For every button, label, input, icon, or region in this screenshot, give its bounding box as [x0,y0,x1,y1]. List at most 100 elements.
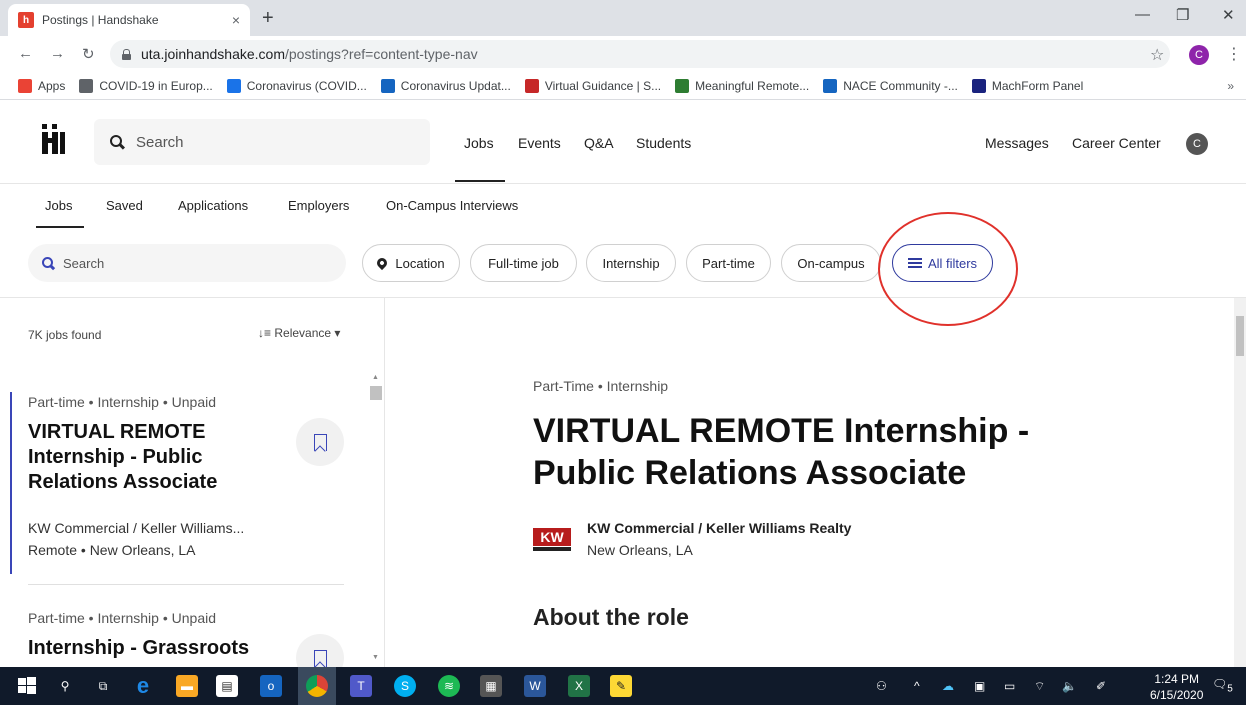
job-search-input[interactable]: Search [28,244,346,282]
task-view-icon[interactable]: ⧉ [92,675,114,697]
job-list-scrollbar[interactable]: ▲ ▼ [370,372,382,667]
file-explorer-icon[interactable]: ▬ [176,675,198,697]
edge-icon[interactable]: e [132,673,154,698]
nav-jobs[interactable]: Jobs [464,135,494,151]
onedrive-icon[interactable]: ☁ [942,679,954,693]
messages-link[interactable]: Messages [985,135,1049,151]
part-time-filter-chip[interactable]: Part-time [686,244,771,282]
save-job-button[interactable] [296,418,344,466]
job-card-company[interactable]: KW Commercial / Keller Williams... [28,520,244,536]
taskbar-clock[interactable]: 1:24 PM 6/15/2020 [1150,671,1203,703]
restore-icon[interactable]: ❐ [1176,6,1189,24]
windows-start-icon[interactable] [16,675,38,697]
windows-taskbar: ⚲ ⧉ e ▬ ▤ o T S ≋ ▦ W X ✎ ⚇ ^ ☁ ▣ ▭ ⌔ 🔈 … [0,667,1246,705]
back-icon[interactable]: ← [18,45,33,62]
user-avatar[interactable]: C [1186,133,1208,155]
sticky-notes-icon[interactable]: ✎ [610,675,632,697]
global-search-input[interactable]: Search [94,119,430,165]
jobs-subnav: Jobs Saved Applications Employers On-Cam… [0,184,1246,230]
save-job-button[interactable] [296,634,344,667]
internship-filter-chip[interactable]: Internship [586,244,676,282]
detail-company-name[interactable]: KW Commercial / Keller Williams Realty [587,520,851,536]
nav-active-indicator [455,180,505,182]
subnav-active-indicator [36,226,84,228]
chrome-icon [306,675,328,697]
chrome-taskbar-slot[interactable] [298,667,336,705]
bookmark-icon [313,433,327,451]
subnav-jobs[interactable]: Jobs [45,198,72,213]
results-count: 7K jobs found [28,328,102,342]
people-icon[interactable]: ⚇ [876,679,887,693]
subnav-employers[interactable]: Employers [288,198,349,213]
full-time-filter-chip[interactable]: Full-time job [470,244,577,282]
omnibox[interactable]: uta.joinhandshake.com/postings?ref=conte… [110,40,1170,68]
bookmark-star-icon[interactable]: ☆ [1150,45,1164,65]
nav-qa[interactable]: Q&A [584,135,614,151]
excel-icon[interactable]: X [568,675,590,697]
scroll-down-icon[interactable]: ▼ [372,654,379,661]
address-bar-row: ← → ↻ uta.joinhandshake.com/postings?ref… [0,36,1246,72]
search-icon [42,256,55,270]
store-icon[interactable]: ▤ [216,675,238,697]
subnav-on-campus-interviews[interactable]: On-Campus Interviews [386,198,518,213]
search-icon[interactable]: ⚲ [54,675,76,697]
all-filters-button[interactable]: All filters [892,244,993,282]
chip-label: Part-time [702,255,755,271]
new-tab-button[interactable]: + [262,8,274,28]
outlook-icon[interactable]: o [260,675,282,697]
scrollbar-thumb[interactable] [370,386,382,400]
skype-icon[interactable]: S [394,675,416,697]
calculator-icon[interactable]: ▦ [480,675,502,697]
browser-menu-icon[interactable]: ⋮ [1226,44,1242,64]
kw-logo-text: KW [540,529,564,545]
page-scrollbar-thumb[interactable] [1236,316,1244,356]
bookmark-item[interactable]: Coronavirus (COVID... [226,78,367,93]
job-card[interactable]: Part-time • Internship • Unpaid Internsh… [10,602,350,667]
browser-tab[interactable]: h Postings | Handshake × [8,4,250,36]
forward-icon[interactable]: → [50,45,65,62]
page-scrollbar[interactable] [1234,298,1246,667]
word-icon[interactable]: W [524,675,546,697]
job-card[interactable]: Part-time • Internship • Unpaid VIRTUAL … [10,386,350,586]
scroll-up-icon[interactable]: ▲ [372,374,379,381]
tray-app-icon[interactable]: ▣ [974,679,985,693]
subnav-saved[interactable]: Saved [106,198,143,213]
bookmark-label: MachForm Panel [991,78,1084,93]
nav-events[interactable]: Events [518,135,561,151]
notification-glyph: 🗨 [1212,677,1228,691]
bookmark-item[interactable]: NACE Community -... [823,78,958,93]
minimize-icon[interactable]: — [1135,6,1150,23]
bookmark-item[interactable]: COVID-19 in Europ... [79,78,213,93]
reload-icon[interactable]: ↻ [82,45,95,63]
close-window-icon[interactable]: ✕ [1222,6,1235,24]
battery-icon[interactable]: ▭ [1004,679,1015,693]
bookmark-item[interactable]: Meaningful Remote... [675,78,809,93]
subnav-applications[interactable]: Applications [178,198,248,213]
clock-time: 1:24 PM [1154,672,1200,686]
wifi-icon[interactable]: ⌔ [1034,679,1045,694]
tab-close-icon[interactable]: × [232,12,240,28]
notifications-icon[interactable]: 🗨5 [1212,677,1233,694]
career-center-link[interactable]: Career Center [1072,135,1161,151]
bookmark-item[interactable]: Apps [18,78,66,93]
on-campus-filter-chip[interactable]: On-campus [781,244,881,282]
handshake-logo-icon[interactable] [42,124,66,154]
job-card-title[interactable]: VIRTUAL REMOTE Internship - Public Relat… [28,420,278,495]
spotify-icon[interactable]: ≋ [438,675,460,697]
teams-icon[interactable]: T [350,675,372,697]
nav-students[interactable]: Students [636,135,691,151]
url-path: /postings?ref=content-type-nav [285,46,478,62]
kw-company-logo[interactable]: KW [533,528,571,552]
volume-icon[interactable]: 🔈 [1062,679,1077,693]
bookmark-item[interactable]: MachForm Panel [971,78,1084,93]
bookmark-label: Apps [38,78,66,93]
location-filter-chip[interactable]: Location [362,244,460,282]
job-card-title[interactable]: Internship - Grassroots [28,636,278,661]
bookmark-item[interactable]: Virtual Guidance | S... [524,78,661,93]
sort-dropdown[interactable]: ↓≡ Relevance ▾ [258,326,340,340]
bookmark-item[interactable]: Coronavirus Updat... [380,78,511,93]
pen-icon[interactable]: ✐ [1096,679,1106,693]
profile-avatar[interactable]: C [1189,45,1209,65]
tray-expand-icon[interactable]: ^ [914,679,920,693]
bookmarks-overflow-icon[interactable]: » [1227,79,1234,93]
